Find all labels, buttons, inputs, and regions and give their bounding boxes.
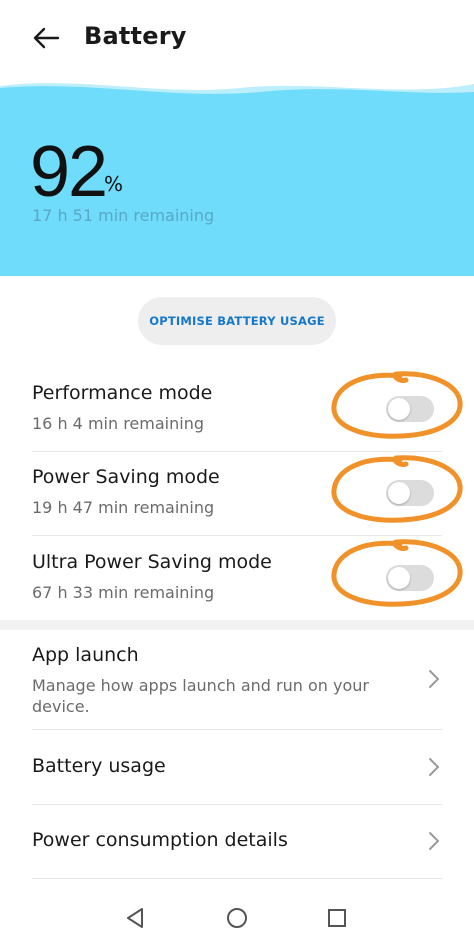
system-recents-button[interactable]: [322, 904, 352, 932]
mode-remaining: 67 h 33 min remaining: [32, 583, 215, 602]
system-back-button[interactable]: [120, 904, 150, 932]
circle-home-icon: [227, 908, 247, 928]
performance-mode-toggle[interactable]: [386, 396, 434, 422]
performance-mode-row[interactable]: Performance mode 16 h 4 min remaining: [0, 368, 474, 452]
mode-title: Performance mode: [32, 382, 213, 404]
app-launch-row[interactable]: App launch Manage how apps launch and ru…: [0, 630, 474, 728]
square-recents-icon: [328, 909, 346, 927]
back-button[interactable]: [24, 18, 68, 58]
triangle-back-icon: [127, 908, 143, 928]
divider: [32, 535, 442, 536]
mode-remaining: 16 h 4 min remaining: [32, 414, 204, 433]
toggle-knob: [388, 482, 410, 504]
battery-usage-row[interactable]: Battery usage: [0, 730, 474, 804]
arrow-left-icon: [33, 27, 60, 49]
mode-title: Ultra Power Saving mode: [32, 551, 272, 573]
nav-item-description: Manage how apps launch and run on your d…: [32, 676, 369, 716]
mode-remaining: 19 h 47 min remaining: [32, 498, 215, 517]
power-consumption-details-row[interactable]: Power consumption details: [0, 805, 474, 877]
battery-percent-value: 92: [30, 132, 108, 212]
system-home-button[interactable]: [222, 904, 252, 932]
section-separator: [0, 620, 474, 630]
power-saving-mode-row[interactable]: Power Saving mode 19 h 47 min remaining: [0, 452, 474, 536]
power-saving-mode-toggle[interactable]: [386, 480, 434, 506]
toggle-knob: [388, 567, 410, 589]
divider: [32, 878, 442, 879]
nav-item-title: Battery usage: [32, 755, 166, 777]
chevron-right-icon: [429, 758, 439, 776]
battery-percent-sign: %: [104, 172, 124, 196]
battery-settings-screen: Battery 92 % 17 h 51 min remaining OPTIM…: [0, 0, 474, 938]
nav-item-title: Power consumption details: [32, 829, 288, 851]
battery-remaining-time: 17 h 51 min remaining: [32, 206, 215, 225]
app-header: Battery: [0, 0, 474, 78]
ultra-power-saving-mode-row[interactable]: Ultra Power Saving mode 67 h 33 min rema…: [0, 537, 474, 621]
mode-title: Power Saving mode: [32, 466, 220, 488]
optimise-battery-button[interactable]: OPTIMISE BATTERY USAGE: [138, 297, 336, 345]
ultra-power-saving-mode-toggle[interactable]: [386, 565, 434, 591]
chevron-right-icon: [429, 670, 439, 688]
toggle-knob: [388, 398, 410, 420]
system-navigation-bar: [0, 896, 474, 938]
page-title: Battery: [84, 22, 187, 50]
nav-item-title: App launch: [32, 644, 139, 666]
battery-level-panel: 92 % 17 h 51 min remaining: [0, 78, 474, 276]
chevron-right-icon: [429, 832, 439, 850]
